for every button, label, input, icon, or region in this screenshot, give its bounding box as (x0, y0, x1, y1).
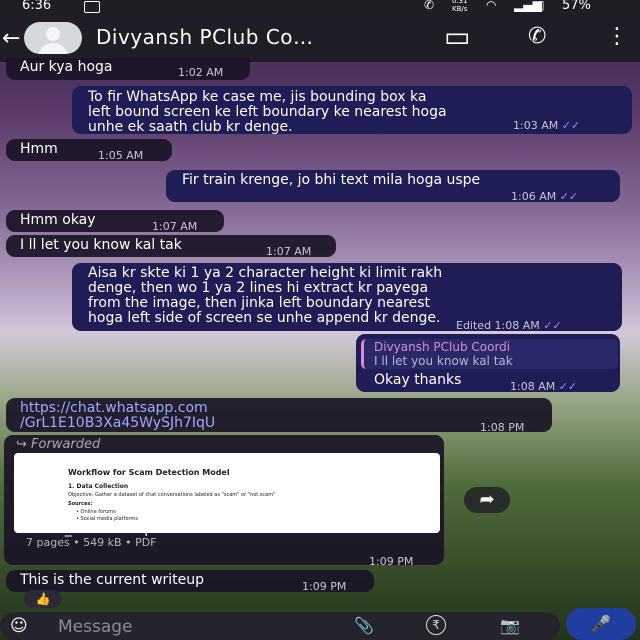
message-time: 1:08 AM ✓✓ (510, 380, 578, 393)
outgoing-message[interactable]: Fir train krenge, jo bhi text mila hoga … (166, 170, 620, 203)
attach-icon[interactable]: 📎 (354, 616, 374, 635)
chat-header: ← Divyansh PClub Co… ▭ ✆ ⋮ (0, 16, 640, 62)
battery-percent: 57% (562, 0, 591, 13)
incoming-message[interactable]: Hmm okay 1:07 AM (6, 210, 224, 233)
video-call-icon[interactable]: ▭ (444, 20, 470, 53)
forwarded-label: ↪ Forwarded (16, 437, 101, 452)
forward-arrow-icon: ↪ (16, 437, 27, 452)
share-icon: ➦ (479, 489, 495, 510)
invite-link[interactable]: https://chat.whatsapp.com /GrL1E10B3Xa45… (20, 401, 215, 431)
avatar[interactable] (24, 22, 82, 54)
read-ticks-icon: ✓✓ (558, 380, 578, 393)
read-ticks-icon: ✓✓ (559, 190, 579, 203)
message-time: 1:03 AM ✓✓ (513, 119, 581, 132)
status-bar: 6:36 ✆ 0.31 KB/s ◠ ▂▄▆ ▯ 57% (0, 0, 640, 16)
outgoing-reply-message[interactable]: Divyansh PClub Coordi I ll let you know … (356, 334, 620, 393)
incoming-message[interactable]: This is the current writeup 1:09 PM (6, 570, 374, 593)
quoted-author: Divyansh PClub Coordi (374, 340, 511, 354)
message-notification-icon (84, 1, 100, 13)
message-composer[interactable]: ☺ Message 📎 ₹ 📷 (0, 612, 560, 640)
incoming-message[interactable]: Hmm 1:05 AM (6, 139, 172, 162)
message-time: 1:09 PM (369, 555, 414, 568)
mic-button[interactable]: 🎤 (566, 608, 636, 640)
payment-icon[interactable]: ₹ (426, 615, 446, 635)
message-text: Hmm (20, 141, 58, 157)
voice-call-icon[interactable]: ✆ (528, 24, 546, 49)
reaction-badge[interactable]: 👍 (24, 590, 62, 608)
quoted-message[interactable]: Divyansh PClub Coordi I ll let you know … (361, 339, 618, 369)
emoji-icon[interactable]: ☺ (10, 616, 28, 636)
read-ticks-icon: ✓✓ (561, 119, 581, 132)
menu-icon[interactable]: ⋮ (606, 24, 628, 49)
message-text: Hmm okay (20, 212, 96, 228)
mic-icon: 🎤 (591, 614, 611, 633)
quoted-text: I ll let you know kal tak (374, 354, 513, 368)
outgoing-message[interactable]: Aisa kr skte ki 1 ya 2 character height … (72, 263, 622, 332)
message-time: 1:07 AM (152, 220, 198, 233)
incoming-message[interactable]: Aur kya hoga 1:02 AM (6, 58, 250, 80)
outgoing-message[interactable]: To fir WhatsApp ke case me, jis bounding… (72, 86, 632, 135)
camera-icon[interactable]: 📷 (500, 616, 520, 635)
message-time: 1:02 AM (178, 66, 224, 79)
forwarded-document-message[interactable]: ↪ Forwarded Workflow for Scam Detection … (4, 435, 444, 568)
message-time: 1:06 AM ✓✓ (511, 190, 579, 203)
message-text: This is the current writeup (20, 572, 205, 588)
message-text: Aisa kr skte ki 1 ya 2 character height … (88, 265, 443, 326)
message-input[interactable]: Message (58, 617, 133, 637)
read-ticks-icon: ✓✓ (543, 319, 562, 332)
message-time: 1:05 AM (98, 149, 144, 162)
incoming-message[interactable]: I ll let you know kal tak 1:07 AM (6, 235, 336, 258)
call-status-icon: ✆ (424, 0, 435, 12)
message-text: To fir WhatsApp ke case me, jis bounding… (88, 89, 447, 135)
preview-objective: Objective: Gather a dataset of chat conv… (68, 492, 276, 498)
message-text: Aur kya hoga (20, 59, 113, 75)
battery-icon: ▯ (538, 0, 545, 12)
message-text: Fir train krenge, jo bhi text mila hoga … (182, 172, 481, 188)
chat-title[interactable]: Divyansh PClub Co… (96, 25, 314, 49)
share-button[interactable]: ➦ (464, 487, 510, 513)
message-text: Okay thanks (374, 372, 462, 388)
message-time: Edited 1:08 AM ✓✓ (456, 319, 562, 332)
message-text: I ll let you know kal tak (20, 237, 182, 253)
incoming-link-message[interactable]: https://chat.whatsapp.com /GrL1E10B3Xa45… (6, 398, 552, 434)
message-time: 1:09 PM (302, 580, 347, 593)
status-time: 6:36 (22, 0, 52, 13)
preview-title: Workflow for Scam Detection Model (68, 468, 230, 477)
back-arrow-icon[interactable]: ← (2, 26, 20, 51)
wifi-icon: ◠ (486, 0, 497, 12)
thumbs-up-icon: 👍 (35, 592, 51, 606)
message-time: 1:08 PM (480, 421, 525, 434)
document-meta: 7 pages • 549 kB • PDF (26, 536, 157, 549)
message-time: 1:07 AM (266, 245, 312, 258)
network-speed: 0.31 KB/s (452, 0, 468, 13)
